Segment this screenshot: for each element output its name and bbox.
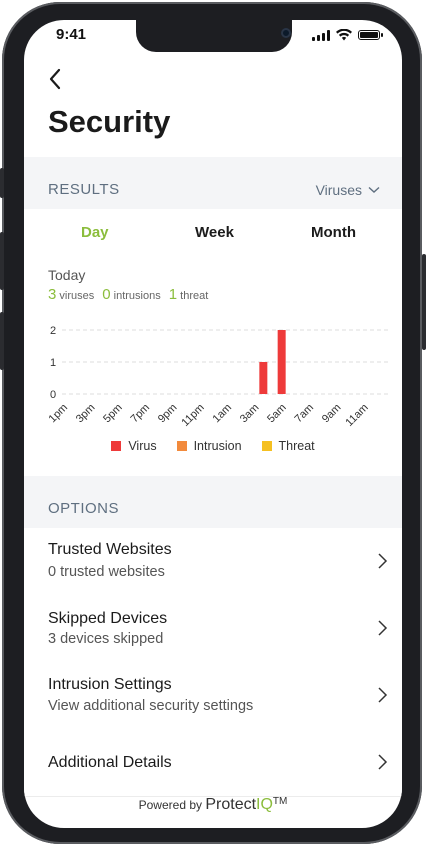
x-tick-label: 9pm — [156, 402, 180, 426]
legend-virus-label: Virus — [128, 439, 157, 453]
chevron-down-icon — [368, 186, 380, 193]
option-title: Skipped Devices — [48, 610, 168, 627]
chevron-right-icon — [378, 754, 388, 770]
x-tick-label: 7am — [292, 402, 316, 426]
brand-name-a: Protect — [205, 796, 257, 813]
y-tick-label: 0 — [50, 389, 56, 401]
viruses-label: viruses — [59, 290, 95, 302]
results-header: RESULTS Viruses — [24, 157, 402, 209]
option-title: Intrusion Settings — [48, 676, 172, 693]
virus-swatch — [111, 441, 122, 451]
brand-name-b: IQ — [256, 796, 273, 813]
legend-intrusion-label: Intrusion — [193, 439, 242, 453]
threats-label: threat — [180, 290, 209, 302]
tab-day[interactable]: Day — [81, 224, 109, 241]
options-header: OPTIONS — [24, 476, 402, 528]
x-tick-label: 1am — [210, 402, 234, 426]
legend-item-threat: Threat — [261, 439, 315, 453]
page-title: Security — [48, 104, 171, 139]
option-subtitle: View additional security settings — [48, 698, 254, 714]
volume-up-button — [0, 232, 4, 290]
status-time: 9:41 — [56, 26, 87, 43]
option-subtitle: 0 trusted websites — [48, 564, 165, 580]
intrusion-swatch — [176, 441, 187, 451]
option-title: Additional Details — [48, 754, 172, 771]
option-subtitle: 3 devices skipped — [48, 631, 164, 647]
x-tick-label: 5am — [265, 402, 289, 426]
tab-month[interactable]: Month — [311, 224, 356, 241]
intrusions-label: intrusions — [113, 290, 161, 302]
legend-item-virus: Virus — [111, 439, 157, 453]
signal-icon — [312, 29, 330, 41]
chevron-right-icon — [378, 687, 388, 703]
results-summary: 3 viruses 0 intrusions 1 threat — [48, 286, 208, 303]
battery-icon — [358, 30, 383, 40]
options-label: OPTIONS — [48, 500, 120, 517]
chart-legend: Virus Intrusion Threat — [24, 439, 402, 453]
x-tick-label: 7pm — [128, 402, 152, 426]
threat-swatch — [261, 441, 272, 451]
legend-item-intrusion: Intrusion — [176, 439, 242, 453]
back-arrow-icon[interactable] — [46, 66, 66, 92]
x-tick-label: 9am — [320, 402, 344, 426]
chevron-right-icon — [378, 620, 388, 636]
trademark: TM — [272, 796, 288, 807]
status-icons — [312, 29, 383, 41]
results-chart: 2 1 01pm 3pm 5pm 7pm 9pm 11pm 1am 3am 5am 7am 9am 11a… — [46, 325, 390, 429]
app-screen: 9:41 Security RESULTS Viruses Day Week M… — [24, 20, 402, 828]
option-intrusion-settings[interactable]: Intrusion Settings View additional secur… — [24, 662, 402, 730]
intrusions-count: 0 — [102, 286, 111, 303]
x-tick-label: 5pm — [101, 402, 125, 426]
threats-count: 1 — [168, 286, 178, 303]
x-tick-label: 11am — [343, 402, 370, 429]
bar-virus-5am — [277, 330, 286, 394]
y-tick-label: 2 — [50, 325, 56, 337]
y-tick-label: 1 — [50, 357, 56, 369]
x-tick-label: 11pm — [179, 402, 206, 429]
wifi-icon — [336, 29, 352, 41]
x-tick-label: 1pm — [46, 402, 70, 426]
period-tabs: Day Week Month — [24, 224, 402, 248]
footer: Powered by ProtectIQTM — [24, 796, 402, 814]
option-additional-details[interactable]: Additional Details — [24, 729, 402, 797]
results-filter-dropdown[interactable]: Viruses — [316, 182, 380, 198]
results-label: RESULTS — [48, 181, 120, 198]
viruses-count: 3 — [48, 286, 57, 303]
legend-threat-label: Threat — [278, 439, 315, 453]
option-skipped-devices[interactable]: Skipped Devices 3 devices skipped — [24, 595, 402, 663]
brand-logo: ProtectIQTM — [205, 796, 287, 813]
notch — [136, 20, 292, 52]
powered-by-text: Powered by — [138, 798, 202, 812]
period-label: Today — [48, 267, 86, 283]
option-trusted-websites[interactable]: Trusted Websites 0 trusted websites — [24, 528, 402, 596]
x-tick-label: 3pm — [74, 402, 98, 426]
chevron-right-icon — [378, 553, 388, 569]
camera-icon — [281, 28, 291, 38]
x-tick-label: 3am — [238, 402, 262, 426]
volume-down-button — [0, 312, 4, 370]
tab-week[interactable]: Week — [195, 224, 234, 241]
power-button — [422, 254, 426, 350]
results-filter-value: Viruses — [315, 182, 362, 198]
option-title: Trusted Websites — [48, 541, 172, 558]
mute-switch — [0, 168, 4, 198]
bar-virus-3am — [259, 362, 268, 394]
